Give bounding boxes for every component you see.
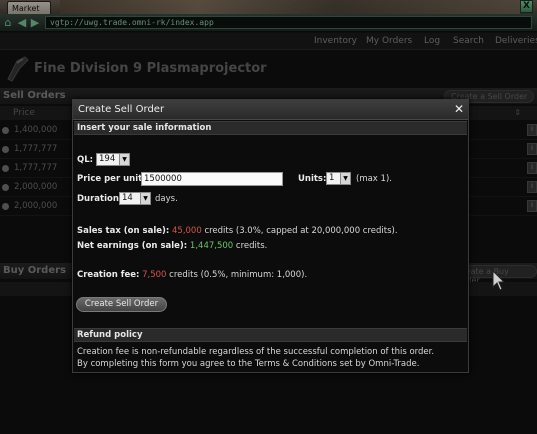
chevron-down-icon: ▼ [340, 173, 350, 184]
price-input[interactable]: 1500000 [141, 172, 283, 186]
insert-info-label: Insert your sale information [77, 123, 212, 133]
net-earnings-detail: credits. [235, 241, 268, 251]
units-label: Units: [298, 174, 327, 184]
sales-tax-value: 45,000 [172, 226, 202, 236]
dialog-titlebar: Create Sell Order ✕ [73, 100, 468, 120]
ql-label: QL: [77, 155, 94, 165]
net-earnings-line: Net earnings (on sale): 1,447,500 credit… [77, 241, 267, 251]
creation-fee-label: Creation fee: [77, 270, 140, 280]
ql-select[interactable]: 194 ▼ [96, 153, 130, 166]
net-earnings-label: Net earnings (on sale): [77, 241, 188, 251]
sales-tax-label: Sales tax (on sale): [77, 226, 170, 236]
sales-tax-line: Sales tax (on sale): 45,000 credits (3.0… [77, 226, 398, 236]
refund-policy-line-1: Creation fee is non-refundable regardles… [77, 347, 435, 357]
dialog-title: Create Sell Order [78, 104, 165, 115]
refund-policy-header: Refund policy [74, 328, 467, 342]
price-label: Price per unit: [77, 174, 146, 184]
creation-fee-detail: credits (0.5%, minimum: 1,000). [169, 270, 308, 280]
sales-tax-detail: credits (3.0%, capped at 20,000,000 cred… [204, 226, 398, 236]
refund-policy-label: Refund policy [77, 330, 143, 340]
duration-value: 14 [122, 193, 133, 203]
refund-policy-line-2: By completing this form you agree to the… [77, 359, 420, 369]
duration-select[interactable]: 14 ▼ [119, 192, 151, 205]
mouse-cursor-icon [492, 270, 506, 291]
duration-unit: days. [155, 194, 178, 204]
chevron-down-icon: ▼ [140, 193, 150, 204]
close-icon[interactable]: ✕ [452, 102, 466, 116]
units-max-text: (max 1). [356, 174, 392, 184]
units-value: 1 [329, 173, 335, 183]
creation-fee-line: Creation fee: 7,500 credits (0.5%, minim… [77, 270, 307, 280]
create-sell-order-dialog: Create Sell Order ✕ Insert your sale inf… [72, 99, 469, 373]
create-sell-order-button[interactable]: Create Sell Order [76, 297, 167, 312]
units-select[interactable]: 1 ▼ [326, 172, 351, 185]
insert-info-header: Insert your sale information [74, 121, 467, 135]
duration-label: Duration: [77, 194, 123, 204]
net-earnings-value: 1,447,500 [189, 241, 234, 251]
ql-value: 194 [99, 154, 116, 164]
chevron-down-icon: ▼ [119, 154, 129, 165]
creation-fee-value: 7,500 [142, 270, 167, 280]
